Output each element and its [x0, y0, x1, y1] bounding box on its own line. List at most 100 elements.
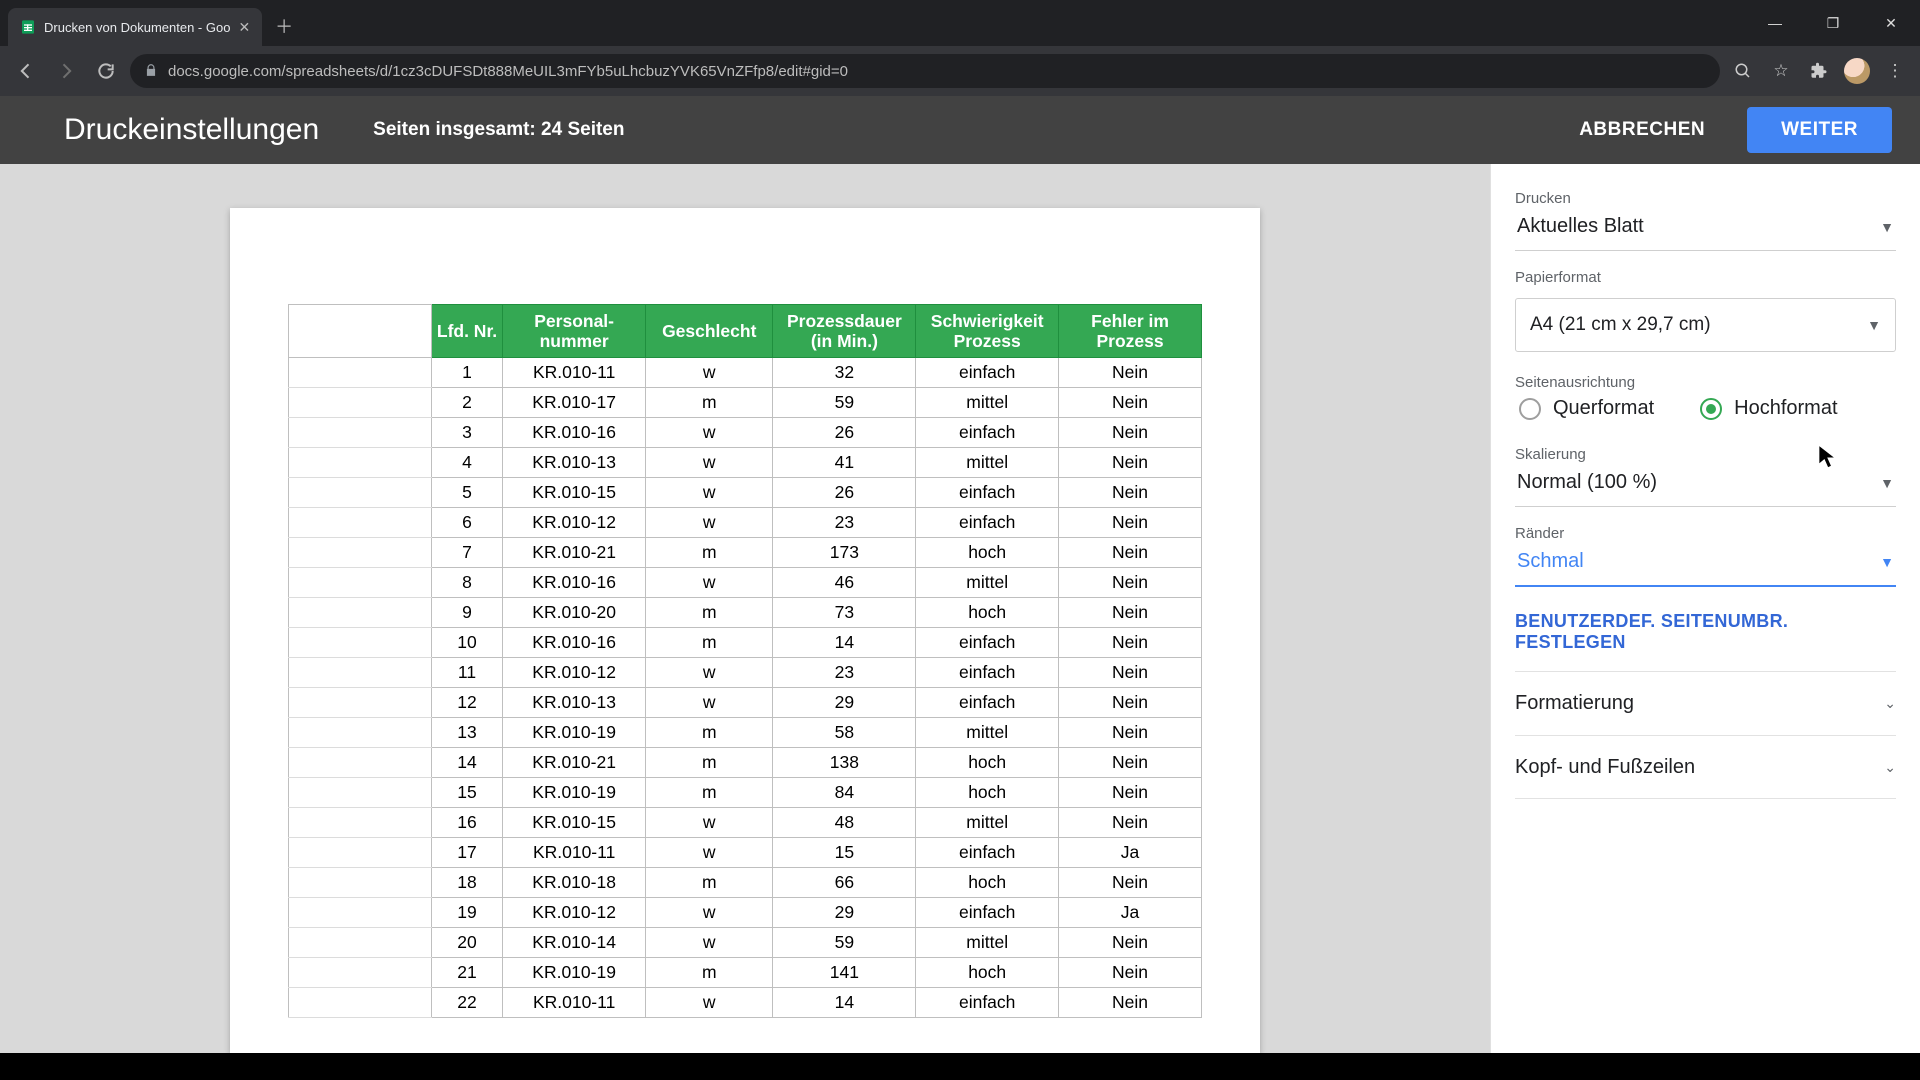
address-bar[interactable]: docs.google.com/spreadsheets/d/1cz3cDUFS… [130, 54, 1720, 88]
orientation-label: Seitenausrichtung [1515, 374, 1896, 391]
cell: Nein [1059, 748, 1202, 778]
zoom-icon[interactable] [1728, 56, 1758, 86]
cell: Nein [1059, 628, 1202, 658]
chrome-menu-button[interactable]: ⋮ [1880, 56, 1910, 86]
custom-pagebreaks-link[interactable]: BENUTZERDEF. SEITENUMBR. FESTLEGEN [1515, 605, 1896, 671]
chevron-down-icon: ▼ [1867, 317, 1881, 333]
paper-label: Papierformat [1515, 269, 1896, 286]
print-range-select[interactable]: Aktuelles Blatt ▼ [1515, 207, 1896, 251]
cell: mittel [916, 448, 1059, 478]
table-row: 14KR.010-21m138hochNein [289, 748, 1202, 778]
extensions-icon[interactable] [1804, 56, 1834, 86]
cell: Nein [1059, 658, 1202, 688]
cell: w [646, 358, 773, 388]
cell: Nein [1059, 958, 1202, 988]
cell: 173 [773, 538, 916, 568]
new-tab-button[interactable]: ＋ [268, 10, 300, 42]
close-tab-icon[interactable]: ✕ [238, 19, 250, 36]
cell: 22 [431, 988, 502, 1018]
table-row: 1KR.010-11w32einfachNein [289, 358, 1202, 388]
cell: 5 [431, 478, 502, 508]
print-range-value: Aktuelles Blatt [1517, 215, 1644, 238]
cell: 13 [431, 718, 502, 748]
header-footer-expander[interactable]: Kopf- und Fußzeilen ⌄ [1515, 735, 1896, 799]
cell: 26 [773, 418, 916, 448]
back-button[interactable] [10, 55, 42, 87]
print-preview[interactable]: Lfd. Nr. Personal-nummer Geschlecht Proz… [0, 164, 1490, 1053]
row-lead-cell [289, 898, 432, 928]
margin-select[interactable]: Schmal ▼ [1515, 542, 1896, 587]
cell: m [646, 868, 773, 898]
lock-icon [144, 63, 158, 80]
bookmark-star-icon[interactable]: ☆ [1766, 56, 1796, 86]
orientation-portrait[interactable]: Hochformat [1700, 397, 1837, 420]
row-lead-cell [289, 388, 432, 418]
orientation-landscape[interactable]: Querformat [1519, 397, 1654, 420]
cell: 58 [773, 718, 916, 748]
cell: m [646, 388, 773, 418]
cell: 9 [431, 598, 502, 628]
row-lead-cell [289, 778, 432, 808]
cell: m [646, 778, 773, 808]
cell: KR.010-19 [503, 958, 646, 988]
cell: hoch [916, 598, 1059, 628]
row-lead-cell [289, 868, 432, 898]
cell: Nein [1059, 448, 1202, 478]
row-lead-cell [289, 838, 432, 868]
th-prozessdauer: Prozessdauer (in Min.) [773, 305, 916, 358]
cell: einfach [916, 898, 1059, 928]
paper-size-select[interactable]: A4 (21 cm x 29,7 cm) ▼ [1515, 298, 1896, 352]
table-row: 3KR.010-16w26einfachNein [289, 418, 1202, 448]
cell: m [646, 748, 773, 778]
cell: KR.010-16 [503, 568, 646, 598]
reload-button[interactable] [90, 55, 122, 87]
cell: 59 [773, 928, 916, 958]
cell: Ja [1059, 898, 1202, 928]
cell: w [646, 838, 773, 868]
cell: w [646, 418, 773, 448]
close-window-button[interactable]: ✕ [1862, 0, 1920, 46]
cell: 84 [773, 778, 916, 808]
scale-select[interactable]: Normal (100 %) ▼ [1515, 463, 1896, 507]
cell: mittel [916, 928, 1059, 958]
cell: 29 [773, 688, 916, 718]
minimize-button[interactable]: — [1746, 0, 1804, 46]
cell: w [646, 508, 773, 538]
cell: 11 [431, 658, 502, 688]
cell: w [646, 658, 773, 688]
maximize-button[interactable]: ❐ [1804, 0, 1862, 46]
cell: einfach [916, 688, 1059, 718]
th-geschlecht: Geschlecht [646, 305, 773, 358]
row-lead-cell [289, 628, 432, 658]
cell: einfach [916, 628, 1059, 658]
th-personalnr: Personal-nummer [503, 305, 646, 358]
chevron-down-icon: ▼ [1880, 475, 1894, 491]
profile-avatar[interactable] [1842, 56, 1872, 86]
row-lead-cell [289, 808, 432, 838]
formatting-expander[interactable]: Formatierung ⌄ [1515, 671, 1896, 735]
cell: 29 [773, 898, 916, 928]
row-lead-cell [289, 598, 432, 628]
next-button[interactable]: WEITER [1747, 107, 1892, 153]
cancel-button[interactable]: ABBRECHEN [1557, 107, 1727, 153]
preview-table: Lfd. Nr. Personal-nummer Geschlecht Proz… [288, 304, 1202, 1018]
titlebar: Drucken von Dokumenten - Goo ✕ ＋ — ❐ ✕ [0, 0, 1920, 46]
orientation-portrait-label: Hochformat [1734, 397, 1837, 420]
cell: Nein [1059, 598, 1202, 628]
cell: mittel [916, 388, 1059, 418]
browser-tab[interactable]: Drucken von Dokumenten - Goo ✕ [8, 8, 262, 46]
table-row: 22KR.010-11w14einfachNein [289, 988, 1202, 1018]
table-row: 15KR.010-19m84hochNein [289, 778, 1202, 808]
row-lead-cell [289, 448, 432, 478]
sheets-icon [20, 19, 36, 35]
cell: 1 [431, 358, 502, 388]
cell: 41 [773, 448, 916, 478]
row-lead-cell [289, 418, 432, 448]
table-row: 5KR.010-15w26einfachNein [289, 478, 1202, 508]
forward-button[interactable] [50, 55, 82, 87]
cell: Nein [1059, 478, 1202, 508]
th-fehler: Fehler im Prozess [1059, 305, 1202, 358]
cell: mittel [916, 718, 1059, 748]
cell: KR.010-16 [503, 628, 646, 658]
cell: einfach [916, 838, 1059, 868]
